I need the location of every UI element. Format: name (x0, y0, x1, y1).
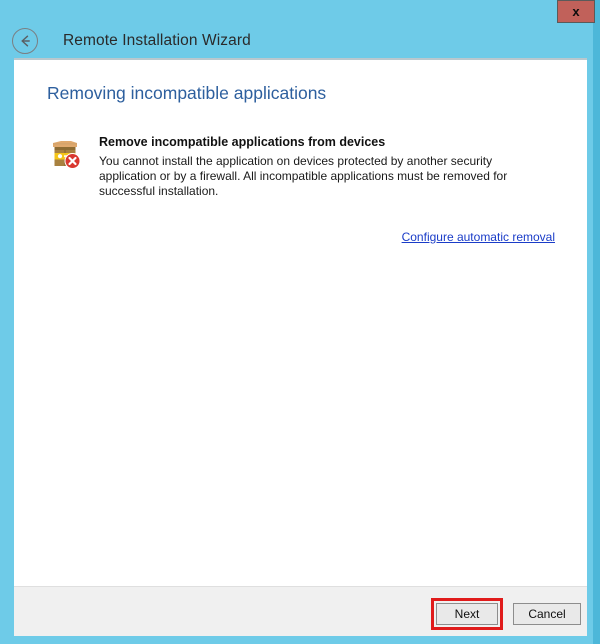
cancel-button[interactable]: Cancel (513, 603, 581, 625)
configure-automatic-removal-link[interactable]: Configure automatic removal (402, 230, 555, 244)
incompatible-package-error-icon (47, 136, 83, 172)
desktop-edge-strip (593, 0, 600, 644)
footer: Next Cancel (14, 586, 587, 636)
close-button[interactable]: x (557, 0, 595, 23)
link-row: Configure automatic removal (402, 228, 555, 246)
panel-body: Removing incompatible applications Remov… (14, 60, 587, 586)
titlebar: Remote Installation Wizard (0, 24, 600, 58)
content-text: Remove incompatible applications from de… (99, 134, 559, 199)
wizard-panel: Removing incompatible applications Remov… (14, 58, 587, 636)
next-button[interactable]: Next (436, 603, 498, 625)
page-title: Removing incompatible applications (47, 83, 327, 103)
window-title: Remote Installation Wizard (63, 32, 251, 49)
wizard-screen: x Remote Installation Wizard Removing in… (0, 0, 600, 644)
content-paragraph: You cannot install the application on de… (99, 154, 508, 198)
content-block: Remove incompatible applications from de… (47, 134, 559, 199)
back-arrow-circle-icon[interactable] (12, 28, 38, 54)
next-button-highlight: Next (431, 598, 503, 630)
footer-buttons: Next Cancel (431, 598, 581, 630)
content-heading: Remove incompatible applications from de… (99, 135, 386, 149)
